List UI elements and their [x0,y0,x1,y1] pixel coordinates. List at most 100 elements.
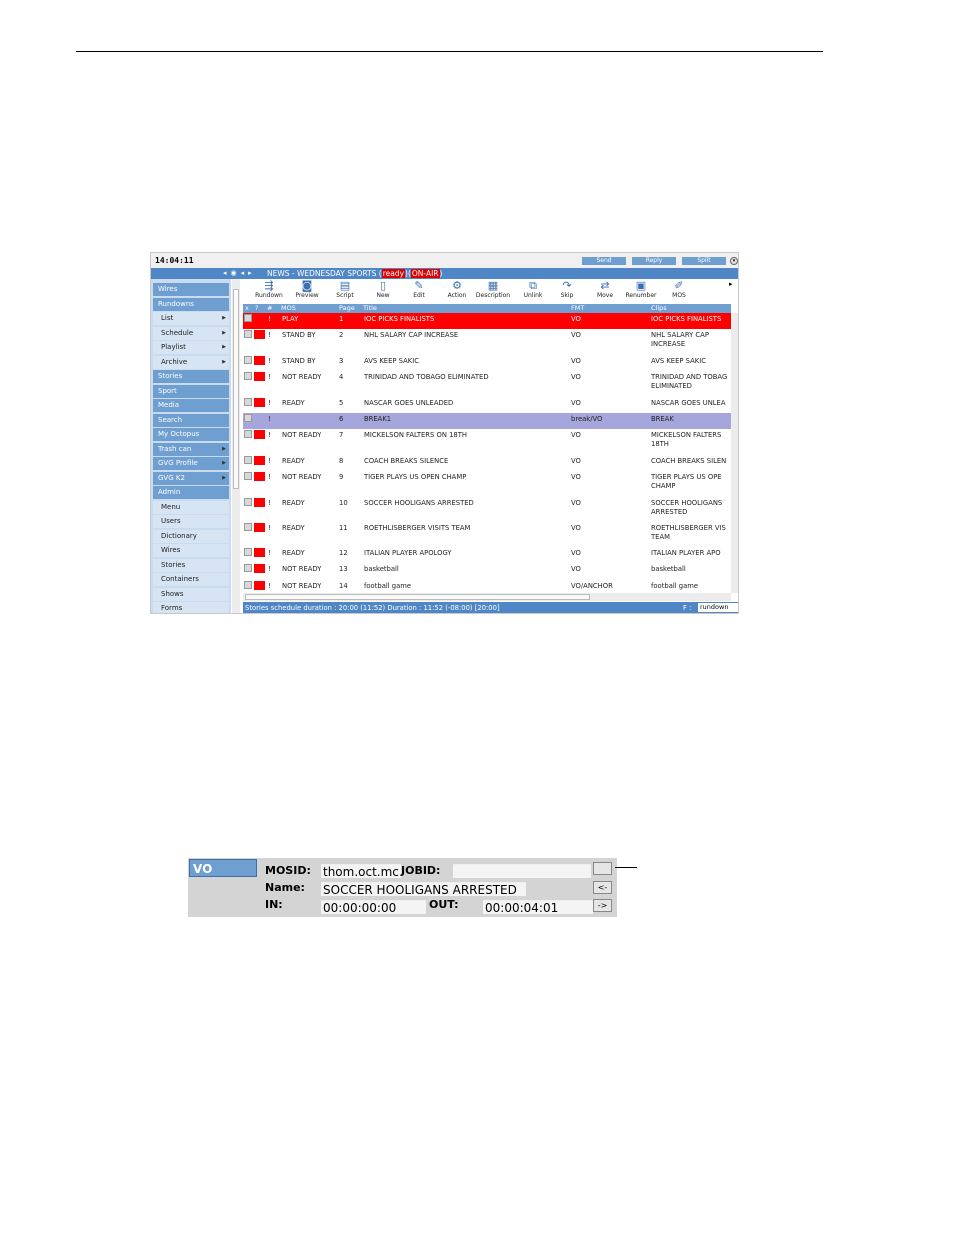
sidebar-item[interactable]: Search [153,413,229,427]
scroll-thumb[interactable] [233,289,239,489]
sidebar-item[interactable]: Trash can ▶ [153,442,229,456]
sidebar-item[interactable]: Media [153,399,229,412]
row-checkbox[interactable] [244,456,252,464]
fmt-cell: VO [571,399,581,407]
mosid-field[interactable]: thom.oct.mc [321,864,401,878]
toolbar-button-script[interactable]: ▤ Script [327,280,363,300]
sidebar-item-label: Search [158,415,183,424]
sidebar-item[interactable]: Admin [153,486,229,499]
toolbar-button-new[interactable]: ▯ New [365,280,401,300]
sidebar-item[interactable]: Users [153,515,229,528]
chevron-down-icon[interactable]: ▾ [730,257,738,265]
table-row[interactable]: ! NOT READY 4 TRINIDAD AND TOBAGO ELIMINATE… [243,371,731,397]
sidebar-item-label: Stories [158,372,183,380]
table-row[interactable]: ! STAND BY 2 NHL SALARY CAP INCREASE VO NHL S… [243,329,731,355]
sidebar-item[interactable]: GVG K2 ▶ [153,471,229,485]
toolbar-button-renumber[interactable]: ▣ Renumber [623,280,659,300]
sidebar-item[interactable]: Forms [153,602,229,613]
sidebar-item[interactable]: Shows [153,587,229,601]
next-button[interactable]: -> [593,899,612,912]
table-row[interactable]: ! READY 5 NASCAR GOES UNLEADED VO NASCAR GOES… [243,397,731,413]
toolbar-button-move[interactable]: ⇄ Move [587,280,623,300]
table-row[interactable]: ! NOT READY 9 TIGER PLAYS US OPEN CHAMP VO TI… [243,471,731,497]
sidebar-item[interactable]: Schedule ▶ [153,326,229,340]
table-row[interactable]: ! STAND BY 3 AVS KEEP SAKIC VO AVS KEEP SAKIC [243,355,731,371]
table-row[interactable]: ! NOT READY 7 MICKELSON FALTERS ON 18TH VO MI… [243,429,731,455]
row-checkbox[interactable] [244,414,252,422]
sidebar-item[interactable]: Sport [153,384,229,398]
table-row[interactable]: ! READY 10 SOCCER HOOLIGANS ARRESTED VO SOCCE… [243,497,731,522]
sidebar-item-label: Admin [158,488,181,496]
table-row[interactable]: ! NOT READY 13 basketball VO basketball [243,563,731,580]
column-header[interactable]: Clips [651,304,667,313]
out-timecode-field[interactable]: 00:00:04:01 [483,900,593,914]
column-header[interactable]: MOS [281,304,296,313]
sidebar-item[interactable]: Archive ▶ [153,355,229,369]
sidebar-item[interactable]: GVG Profile ▶ [153,457,229,470]
sidebar-item[interactable]: Wires [153,544,229,557]
jobid-field[interactable] [453,864,591,878]
split-button[interactable]: Split [682,257,726,265]
name-field[interactable]: SOCCER HOOLIGANS ARRESTED [321,882,526,896]
more-arrow-icon[interactable]: ▸ [729,280,733,288]
scroll-thumb[interactable] [245,594,590,600]
column-header[interactable]: x [245,304,249,313]
row-checkbox[interactable] [244,330,252,338]
sidebar-item[interactable]: Containers [153,573,229,586]
sidebar-item[interactable]: Menu [153,500,229,514]
in-timecode-field[interactable]: 00:00:00:00 [321,900,426,914]
toolbar-button-unlink[interactable]: ⧉ Unlink [515,280,551,300]
mos-cell: READY [282,524,305,532]
table-row[interactable]: ! 6 BREAK1 break/VO BREAK [243,413,731,429]
browse-button[interactable] [593,862,612,875]
send-button[interactable]: Send [582,257,626,265]
table-row[interactable]: ! PLAY 1 IOC PICKS FINALISTS VO IOC PICKS FIN… [243,313,731,329]
row-checkbox[interactable] [244,472,252,480]
sidebar-item[interactable]: Playlist ▶ [153,341,229,354]
view-select[interactable]: rundown [698,603,738,612]
column-header[interactable]: ? [255,304,258,313]
clips-cell: NASCAR GOES UNLEA [651,399,726,407]
sidebar-item[interactable]: List ▶ [153,312,229,325]
row-checkbox[interactable] [244,372,252,380]
column-header[interactable]: FMT [571,304,584,313]
column-header[interactable]: Page [339,304,355,313]
column-header[interactable]: Title [363,304,377,313]
table-scrollbar[interactable] [731,313,738,593]
prev-button[interactable]: <- [593,881,612,894]
sidebar-item[interactable]: Stories [153,370,229,383]
toolbar-button-edit[interactable]: ✎ Edit [401,280,437,300]
row-checkbox[interactable] [244,548,252,556]
table-row[interactable]: ! READY 12 ITALIAN PLAYER APOLOGY VO ITALIAN … [243,547,731,563]
row-checkbox[interactable] [244,398,252,406]
toolbar-button-action[interactable]: ⚙ Action [439,280,475,300]
toolbar-button-mos[interactable]: ✐ MOS [661,280,697,300]
sidebar-item[interactable]: Dictionary [153,529,229,543]
table-row[interactable]: ! READY 8 COACH BREAKS SILENCE VO COACH BREAK… [243,455,731,471]
column-header[interactable]: # [267,304,272,313]
reply-button[interactable]: Reply [632,257,676,265]
toolbar-button-skip[interactable]: ↷ Skip [549,280,585,300]
sidebar-scrollbar[interactable] [232,279,240,613]
row-checkbox[interactable] [244,564,252,572]
nav-arrows-icon[interactable]: ◂◉◂▸ [223,269,256,277]
row-checkbox[interactable] [244,581,252,589]
title-end: ) [439,269,443,278]
horizontal-scrollbar[interactable] [243,593,731,601]
sidebar-item[interactable]: My Octopus [153,428,229,441]
row-checkbox[interactable] [244,523,252,531]
toolbar-button-description[interactable]: ▦ Description [475,280,511,300]
table-row[interactable]: ! READY 11 ROETHLISBERGER VISITS TEAM VO ROET… [243,522,731,547]
row-checkbox[interactable] [244,314,252,322]
sidebar-item[interactable]: Rundowns [153,297,229,311]
sidebar-item[interactable]: Stories [153,558,229,572]
row-checkbox[interactable] [244,498,252,506]
row-checkbox[interactable] [244,356,252,364]
vo-tab[interactable]: VO [189,859,257,877]
row-checkbox[interactable] [244,430,252,438]
toolbar-button-preview[interactable]: ◙ Preview [289,280,325,300]
sidebar-item[interactable]: Wires [153,283,229,296]
flag-cell: ! [268,582,271,590]
out-label: OUT: [429,898,459,911]
toolbar-button-rundown[interactable]: ⇶ Rundown [251,280,287,300]
